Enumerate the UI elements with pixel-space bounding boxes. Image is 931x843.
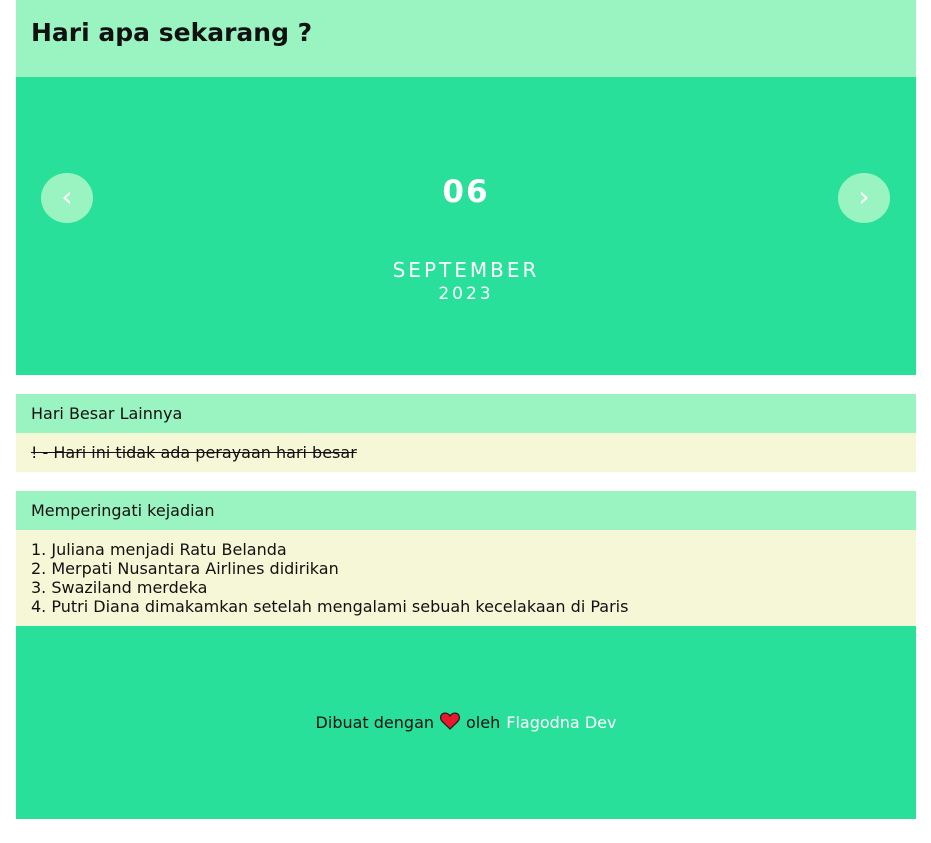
holidays-body: ! - Hari ini tidak ada perayaan hari bes… bbox=[16, 433, 916, 472]
date-day: 06 bbox=[442, 174, 490, 210]
holidays-section: Hari Besar Lainnya ! - Hari ini tidak ad… bbox=[16, 394, 916, 472]
author-link[interactable]: Flagodna Dev bbox=[506, 713, 616, 732]
holidays-title: Hari Besar Lainnya bbox=[16, 394, 916, 433]
list-item: 1. Juliana menjadi Ratu Belanda bbox=[31, 540, 287, 559]
next-day-button[interactable]: › bbox=[838, 173, 890, 223]
events-title: Memperingati kejadian bbox=[16, 491, 916, 530]
events-list: 1. Juliana menjadi Ratu Belanda 2. Merpa… bbox=[16, 530, 916, 626]
chevron-right-icon: › bbox=[858, 180, 870, 213]
heart-icon bbox=[440, 711, 460, 734]
holidays-message: ! - Hari ini tidak ada perayaan hari bes… bbox=[31, 443, 357, 462]
page-header: Hari apa sekarang ? bbox=[16, 0, 916, 77]
list-item: 2. Merpati Nusantara Airlines didirikan bbox=[31, 559, 339, 578]
events-section: Memperingati kejadian 1. Juliana menjadi… bbox=[16, 491, 916, 626]
page-title: Hari apa sekarang ? bbox=[31, 18, 313, 47]
date-month: SEPTEMBER bbox=[392, 258, 540, 282]
page-footer: Dibuat dengan oleh Flagodna Dev bbox=[16, 626, 916, 819]
date-year: 2023 bbox=[438, 284, 494, 304]
footer-by: oleh bbox=[466, 713, 501, 732]
list-item: 3. Swaziland merdeka bbox=[31, 578, 208, 597]
list-item: 4. Putri Diana dimakamkan setelah mengal… bbox=[31, 597, 629, 616]
page-container: Hari apa sekarang ? ‹ 06 SEPTEMBER 2023 … bbox=[16, 0, 916, 819]
footer-made-with: Dibuat dengan bbox=[315, 713, 435, 732]
date-panel: ‹ 06 SEPTEMBER 2023 › bbox=[16, 77, 916, 375]
